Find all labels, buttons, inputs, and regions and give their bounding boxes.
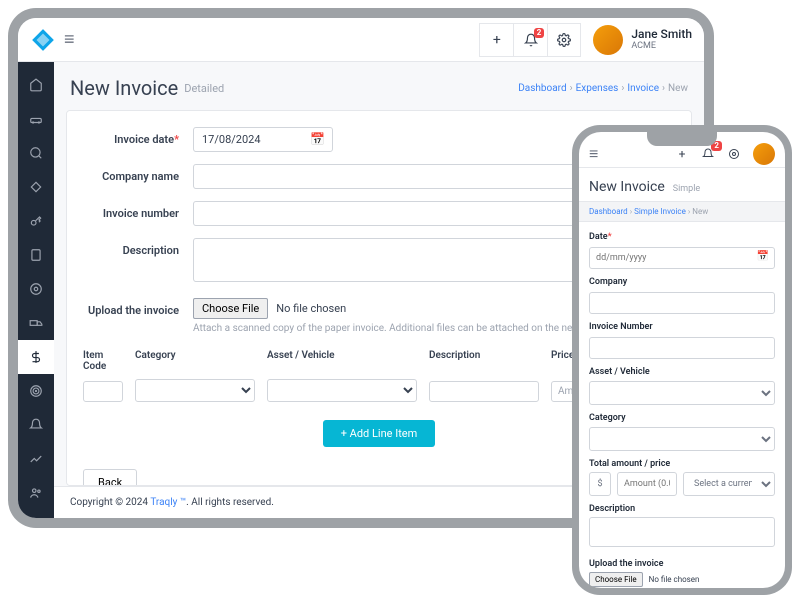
m-date-label: Date* (589, 232, 775, 242)
m-company-input[interactable] (589, 292, 775, 314)
sidebar-dollar-icon[interactable] (18, 340, 54, 374)
mobile-settings-button[interactable] (721, 141, 747, 167)
company-label: Company name (83, 164, 193, 183)
m-bc-dashboard[interactable]: Dashboard (589, 207, 628, 216)
m-date-input[interactable] (589, 247, 775, 269)
m-file-status: No file chosen (649, 575, 700, 584)
m-number-label: Invoice Number (589, 322, 775, 332)
col-desc-label: Description (429, 350, 539, 372)
sidebar-users-icon[interactable] (18, 476, 54, 510)
m-amount-input[interactable] (617, 472, 677, 496)
desc-label: Description (83, 238, 193, 257)
mobile-form: Date* 📅 Company Invoice Number Asset / V… (579, 222, 785, 588)
topbar: ≡ + 2 Jane Smith ACME (18, 18, 704, 62)
m-asset-label: Asset / Vehicle (589, 367, 775, 377)
sidebar-chart-icon[interactable] (18, 442, 54, 476)
breadcrumb-expenses[interactable]: Expenses (576, 83, 619, 94)
sidebar-car-icon[interactable] (18, 102, 54, 136)
mobile-breadcrumb: Dashboard›Simple Invoice›New (579, 201, 785, 222)
sidebar-search-icon[interactable] (18, 136, 54, 170)
phone-frame: ≡ + 2 New Invoice Simple Dashboard›Simpl… (572, 125, 792, 595)
calendar-icon[interactable]: 📅 (310, 132, 325, 146)
settings-button[interactable] (547, 23, 581, 57)
app-logo-icon (30, 27, 56, 53)
m-currency-select[interactable]: Select a currency (683, 472, 775, 496)
mobile-avatar[interactable] (753, 143, 775, 165)
m-company-label: Company (589, 277, 775, 287)
breadcrumb-current: New (668, 83, 688, 94)
avatar (593, 25, 623, 55)
footer-copyright: Copyright © 2024 (70, 497, 150, 508)
add-line-button[interactable]: + Add Line Item (323, 420, 436, 447)
page-subtitle: Detailed (184, 82, 224, 95)
line-category-select[interactable] (135, 379, 255, 402)
back-button[interactable]: Back (83, 469, 137, 486)
add-button[interactable]: + (479, 23, 513, 57)
date-label: Invoice date* (83, 127, 193, 146)
line-asset-select[interactable] (267, 379, 417, 402)
sidebar (18, 62, 54, 518)
sidebar-bell-icon[interactable] (18, 408, 54, 442)
col-asset-label: Asset / Vehicle (267, 350, 417, 372)
col-category-label: Category (135, 350, 255, 372)
m-desc-input[interactable] (589, 517, 775, 547)
line-desc-input[interactable] (429, 381, 539, 402)
sidebar-home-icon[interactable] (18, 68, 54, 102)
col-code-label: Item Code (83, 350, 123, 372)
upload-label: Upload the invoice (83, 298, 193, 317)
m-bc-invoice[interactable]: Simple Invoice (634, 207, 686, 216)
choose-file-button[interactable]: Choose File (193, 298, 268, 319)
page-title: New Invoice (70, 76, 178, 100)
m-category-label: Category (589, 413, 775, 423)
m-bc-current: New (692, 207, 708, 216)
number-label: Invoice number (83, 201, 193, 220)
m-category-select[interactable] (589, 427, 775, 451)
sidebar-truck-icon[interactable] (18, 306, 54, 340)
notification-badge: 2 (534, 28, 545, 38)
m-choose-file-button[interactable]: Choose File (589, 572, 643, 587)
breadcrumb-dashboard[interactable]: Dashboard (518, 83, 566, 94)
mobile-page-title: New Invoice (589, 179, 665, 195)
mobile-menu-icon[interactable]: ≡ (589, 144, 598, 164)
m-asset-select[interactable] (589, 381, 775, 405)
phone-screen: ≡ + 2 New Invoice Simple Dashboard›Simpl… (579, 132, 785, 588)
file-status: No file chosen (276, 302, 346, 315)
sidebar-target-icon[interactable] (18, 374, 54, 408)
sidebar-tag-icon[interactable] (18, 170, 54, 204)
sidebar-key-icon[interactable] (18, 204, 54, 238)
m-number-input[interactable] (589, 337, 775, 359)
sidebar-doc-icon[interactable] (18, 238, 54, 272)
user-name: Jane Smith (631, 27, 692, 41)
m-calendar-icon[interactable]: 📅 (757, 251, 769, 262)
breadcrumb: Dashboard›Expenses›Invoice›New (518, 83, 688, 94)
m-currency-prefix: $ (589, 472, 611, 496)
m-upload-label: Upload the invoice (589, 559, 775, 569)
m-total-label: Total amount / price (589, 459, 775, 469)
breadcrumb-invoice[interactable]: Invoice (627, 83, 659, 94)
sidebar-wheel-icon[interactable] (18, 272, 54, 306)
line-code-input[interactable] (83, 381, 123, 402)
footer-brand-link[interactable]: Traqly ™ (150, 497, 186, 508)
m-desc-label: Description (589, 504, 775, 514)
mobile-page-subtitle: Simple (673, 184, 700, 194)
menu-toggle-icon[interactable]: ≡ (64, 29, 75, 50)
footer-rights: . All rights reserved. (186, 497, 274, 508)
phone-notch (647, 132, 717, 146)
user-menu[interactable]: Jane Smith ACME (593, 25, 692, 55)
user-org: ACME (631, 41, 692, 52)
notifications-button[interactable]: 2 (513, 23, 547, 57)
